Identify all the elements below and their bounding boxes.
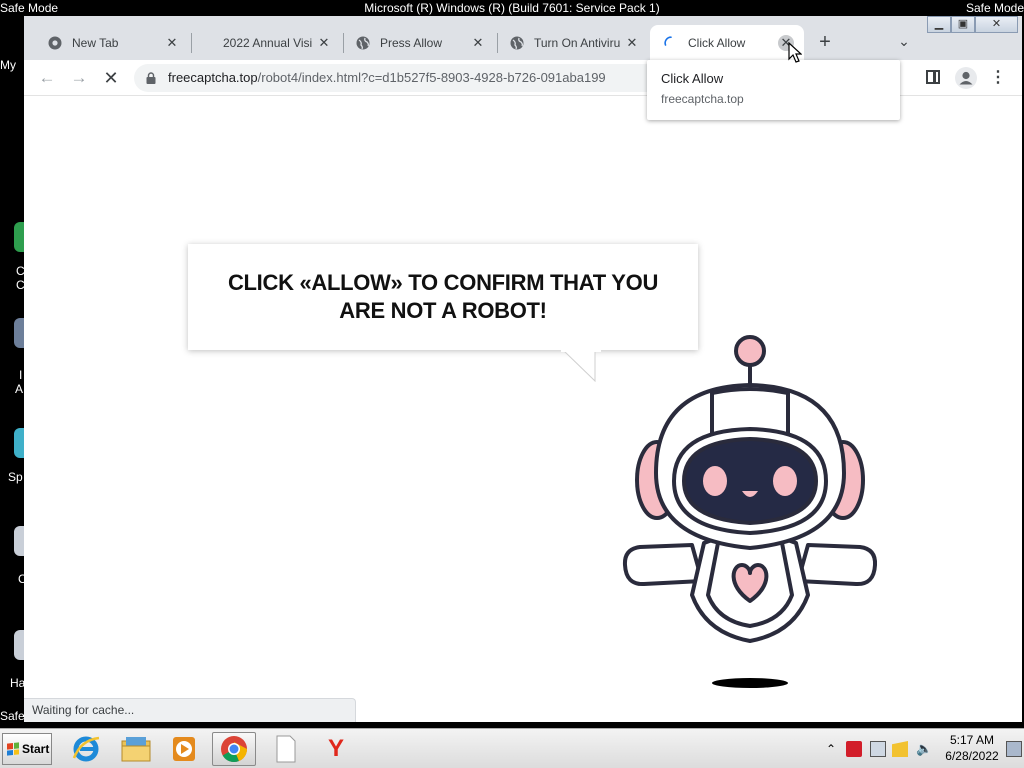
tab-turn-on-antivirus[interactable]: Turn On Antiviru ✕ bbox=[496, 25, 650, 60]
blank-document-icon bbox=[276, 735, 296, 763]
kebab-menu-icon[interactable]: ⋮ bbox=[990, 68, 1006, 88]
tab-title: Turn On Antiviru bbox=[534, 35, 621, 50]
clock[interactable]: 5:17 AM 6/28/2022 bbox=[938, 732, 1006, 764]
close-icon[interactable]: ✕ bbox=[624, 35, 640, 51]
yandex-icon: Y bbox=[327, 735, 344, 762]
globe-icon bbox=[356, 36, 370, 50]
desktop-icon-label: A bbox=[15, 382, 24, 396]
start-label: Start bbox=[22, 742, 50, 756]
taskbar-media-player[interactable] bbox=[162, 732, 206, 766]
desktop-icon-sp[interactable]: Sp bbox=[0, 428, 24, 488]
system-build-title: Microsoft (R) Windows (R) (Build 7601: S… bbox=[364, 1, 660, 15]
file-explorer-icon bbox=[121, 737, 151, 762]
close-icon[interactable]: ✕ bbox=[470, 35, 486, 51]
desktop-icon-label: My bbox=[0, 58, 16, 72]
back-arrow-icon[interactable]: ← bbox=[36, 67, 58, 89]
forward-arrow-icon[interactable]: → bbox=[68, 67, 90, 89]
lock-icon[interactable] bbox=[146, 72, 156, 84]
url-text[interactable]: freecaptcha.top/robot4/index.html?c=d1b5… bbox=[168, 64, 638, 92]
chrome-icon bbox=[48, 36, 62, 50]
close-icon[interactable]: ✕ bbox=[316, 35, 332, 51]
taskbar-yandex[interactable]: Y bbox=[314, 732, 358, 766]
side-panel-icon[interactable] bbox=[926, 70, 940, 84]
app-icon bbox=[14, 428, 24, 458]
desktop-icon-chrome[interactable]: C C bbox=[0, 222, 25, 294]
tab-title: New Tab bbox=[72, 35, 119, 50]
antivirus-tray-icon[interactable] bbox=[846, 741, 862, 757]
tab-title: Press Allow bbox=[380, 35, 443, 50]
tab-new-tab[interactable]: New Tab ✕ bbox=[34, 25, 190, 60]
desktop-icon-my-computer[interactable]: My bbox=[0, 58, 24, 72]
maximize-button[interactable]: ▣ bbox=[951, 16, 975, 33]
document-icon bbox=[14, 630, 24, 660]
url-path: /robot4/index.html?c=d1b527f5-8903-4928-… bbox=[257, 70, 606, 85]
taskbar-file-explorer[interactable] bbox=[114, 732, 158, 766]
tab-search-chevron-down-icon[interactable]: ⌄ bbox=[894, 33, 914, 53]
tab-strip: New Tab ✕ 2022 Annual Visi ✕ Press Allow… bbox=[24, 16, 1022, 60]
desktop-icon-doc[interactable]: C bbox=[0, 526, 27, 586]
windows-taskbar: Start Y ⌃ 🔈 5:17 AM 6/28/2022 bbox=[0, 728, 1024, 768]
chrome-icon bbox=[14, 222, 24, 252]
speech-bubble-tail bbox=[561, 350, 601, 382]
status-bar: Waiting for cache... bbox=[24, 698, 356, 722]
taskbar-chrome[interactable] bbox=[212, 732, 256, 766]
clock-time: 5:17 AM bbox=[949, 733, 995, 747]
allow-instruction-text: CLICK «ALLOW» TO CONFIRM THAT YOU ARE NO… bbox=[227, 270, 659, 323]
desktop-icon-label: Sp bbox=[8, 470, 23, 484]
network-tray-icon[interactable] bbox=[870, 741, 886, 757]
tab-press-allow[interactable]: Press Allow ✕ bbox=[342, 25, 496, 60]
show-hidden-icons-chevron-up-icon[interactable]: ⌃ bbox=[826, 741, 842, 757]
start-button[interactable]: Start bbox=[2, 733, 52, 765]
action-center-flag-icon[interactable] bbox=[892, 741, 908, 757]
hover-card-host: freecaptcha.top bbox=[661, 92, 744, 106]
internet-explorer-icon bbox=[72, 736, 100, 762]
loading-spinner-icon bbox=[664, 35, 678, 50]
close-icon[interactable]: ✕ bbox=[164, 35, 180, 51]
new-tab-button[interactable]: + bbox=[814, 32, 836, 54]
tab-separator bbox=[191, 33, 192, 53]
tab-title: Click Allow bbox=[688, 35, 746, 50]
desktop-icon-program[interactable]: I A bbox=[0, 318, 24, 398]
tab-title: 2022 Annual Visi bbox=[223, 35, 313, 50]
windows-logo-icon bbox=[7, 742, 19, 756]
tab-hover-card: Click Allow freecaptcha.top bbox=[647, 60, 900, 120]
profile-avatar-icon[interactable] bbox=[955, 67, 977, 89]
robot-illustration bbox=[622, 335, 878, 688]
volume-speaker-icon[interactable]: 🔈 bbox=[916, 741, 932, 757]
url-host: freecaptcha.top bbox=[168, 70, 258, 85]
mouse-cursor-icon bbox=[788, 42, 802, 63]
system-tray: ⌃ 🔈 5:17 AM 6/28/2022 bbox=[822, 729, 1024, 768]
document-icon bbox=[14, 526, 24, 556]
globe-icon bbox=[510, 36, 524, 50]
clock-date: 6/28/2022 bbox=[945, 749, 999, 763]
taskbar-internet-explorer[interactable] bbox=[64, 732, 108, 766]
chrome-icon bbox=[221, 736, 247, 763]
stop-loading-icon[interactable]: ✕ bbox=[100, 67, 122, 89]
desktop-icon-ha[interactable]: Ha bbox=[0, 630, 25, 692]
media-player-icon bbox=[173, 737, 195, 761]
tab-click-allow[interactable]: Click Allow ✕ bbox=[650, 25, 804, 60]
hover-card-title: Click Allow bbox=[661, 71, 724, 86]
chrome-browser-window: New Tab ✕ 2022 Annual Visi ✕ Press Allow… bbox=[24, 16, 1022, 722]
minimize-button[interactable]: ▁ bbox=[927, 16, 951, 33]
tab-annual-visitor[interactable]: 2022 Annual Visi ✕ bbox=[199, 25, 342, 60]
show-desktop-icon[interactable] bbox=[1006, 741, 1022, 757]
taskbar-blank-document[interactable] bbox=[264, 732, 308, 766]
page-content: CLICK «ALLOW» TO CONFIRM THAT YOU ARE NO… bbox=[24, 97, 1022, 722]
desktop-icon-label: I bbox=[19, 368, 23, 382]
program-icon bbox=[14, 318, 24, 348]
close-window-button[interactable]: ✕ bbox=[975, 16, 1018, 33]
